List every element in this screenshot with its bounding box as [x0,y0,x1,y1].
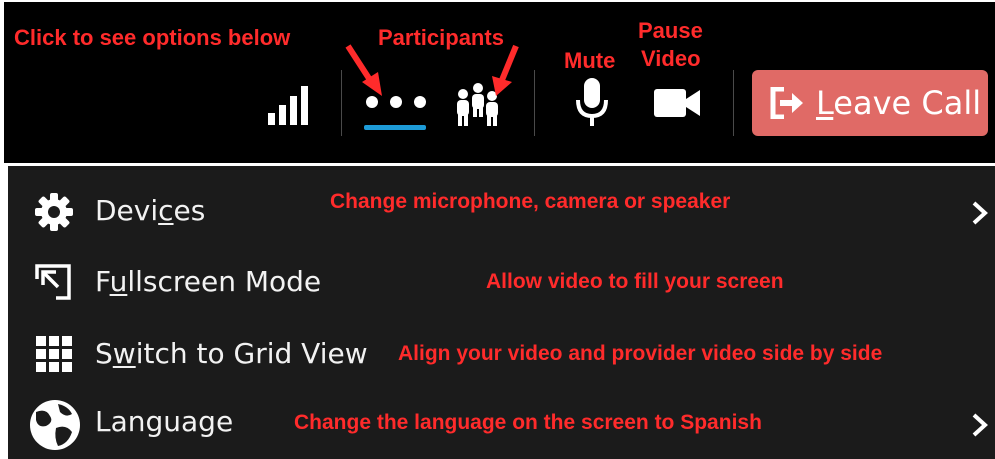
screenshot: Leave Call Click to see options below Pa… [0,0,995,459]
menu-item-label: Switch to Grid View [95,337,368,370]
leave-call-label: Leave Call [816,84,982,122]
fullscreen-icon [35,264,71,300]
annotation-arrow-options [345,44,382,96]
annotation-grid-view: Align your video and provider video side… [398,342,883,365]
menu-item-label: Fullscreen Mode [95,265,322,298]
annotation-devices: Change microphone, camera or speaker [330,190,731,213]
options-menu: Devices Fullscreen Mode Switch to Grid V… [8,166,995,459]
annotation-fullscreen: Allow video to fill your screen [486,270,784,293]
signal-strength-icon[interactable] [266,83,316,127]
menu-item-label: Devices [95,194,206,227]
annotation-mute: Mute [564,48,616,73]
chevron-right-icon [972,201,988,225]
annotation-arrow-participants [492,44,519,96]
annotation-pause-video-line2: Video [641,46,701,71]
globe-icon [30,400,80,450]
annotation-language: Change the language on the screen to Spa… [294,411,762,434]
chevron-right-icon [972,413,988,437]
toolbar-separator [534,70,535,136]
exit-icon [770,87,803,119]
annotation-pause-video-line1: Pause [638,18,703,43]
leave-call-button[interactable]: Leave Call [752,70,988,136]
toolbar-separator [733,70,734,136]
gear-icon [35,193,73,231]
active-indicator [364,125,426,130]
annotation-menu-hint: Click to see options below [14,25,291,50]
microphone-icon[interactable] [572,76,612,130]
menu-item-label: Language [95,405,234,438]
video-camera-icon[interactable] [652,86,702,120]
grid-icon [36,336,72,372]
